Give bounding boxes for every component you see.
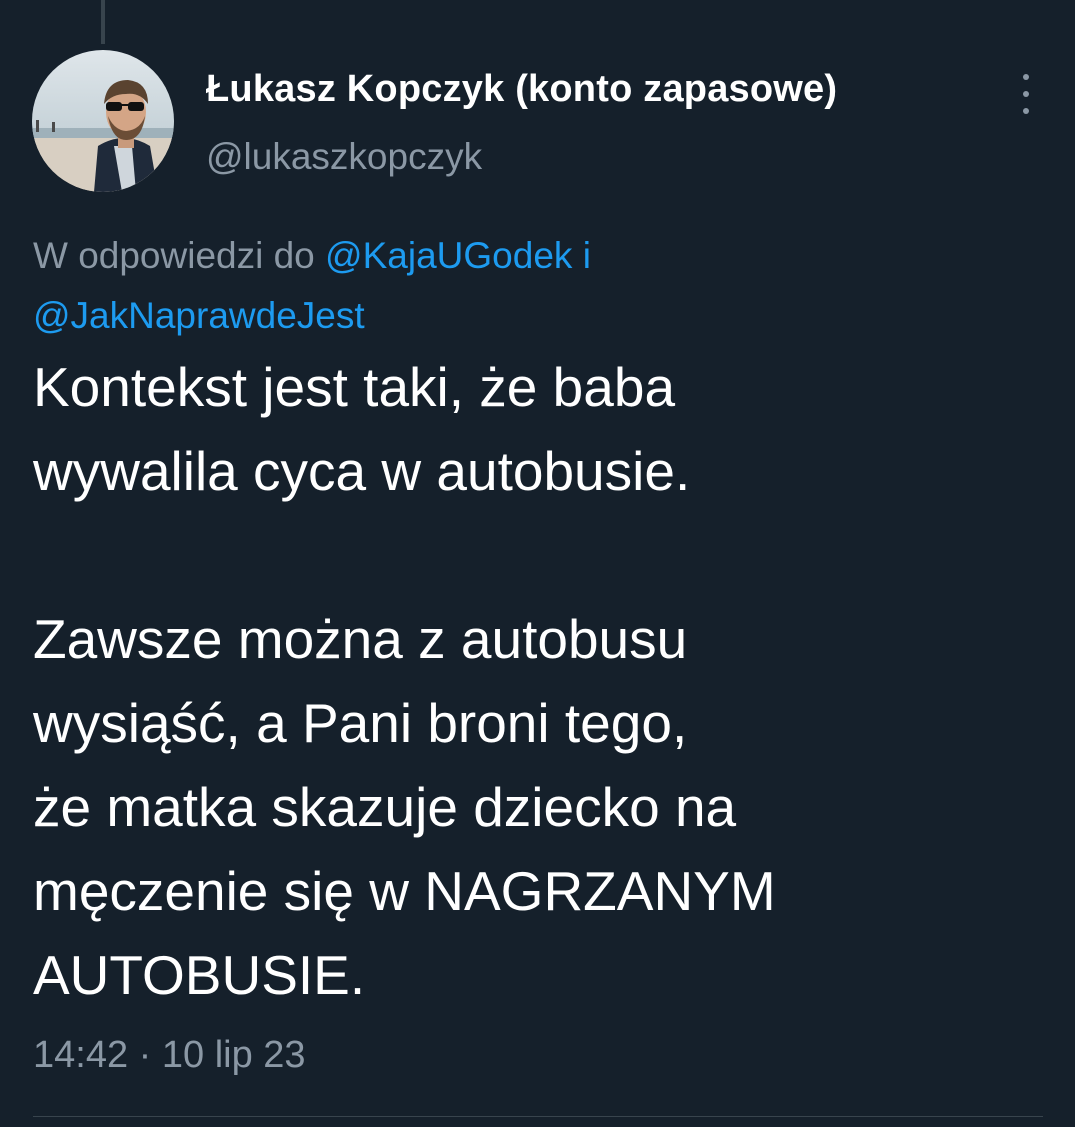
avatar-photo bbox=[32, 50, 174, 192]
tweet-timestamp[interactable]: 14:42 · 10 lip 23 bbox=[33, 1034, 306, 1077]
mention-link[interactable]: @KajaUGodek bbox=[325, 235, 572, 276]
timestamp-separator: · bbox=[138, 1034, 152, 1076]
avatar[interactable] bbox=[32, 50, 174, 192]
tweet-detail: Łukasz Kopczyk (konto zapasowe) @lukaszk… bbox=[0, 0, 1075, 1127]
reply-context: W odpowiedzi do @KajaUGodek i @JakNapraw… bbox=[33, 226, 1033, 346]
tweet-line: Kontekst jest taki, że baba bbox=[33, 356, 676, 418]
more-icon[interactable] bbox=[1012, 74, 1040, 114]
timestamp-time: 14:42 bbox=[33, 1034, 129, 1076]
tweet-line: AUTOBUSIE. bbox=[33, 944, 366, 1006]
author-display-name[interactable]: Łukasz Kopczyk (konto zapasowe) bbox=[206, 68, 837, 111]
tweet-paragraph-gap bbox=[33, 513, 1043, 597]
divider bbox=[33, 1116, 1043, 1117]
reply-prefix: W odpowiedzi do bbox=[33, 235, 315, 276]
reply-conjunction: i bbox=[582, 235, 591, 276]
tweet-text: Kontekst jest taki, że baba wywalila cyc… bbox=[33, 345, 1043, 1017]
mention-link[interactable]: @JakNaprawdeJest bbox=[33, 295, 365, 336]
more-dot bbox=[1023, 108, 1029, 114]
thread-connector-line bbox=[101, 0, 105, 44]
tweet-line: że matka skazuje dziecko na bbox=[33, 776, 737, 838]
more-dot bbox=[1023, 91, 1029, 97]
timestamp-date: 10 lip 23 bbox=[161, 1034, 306, 1076]
tweet-line: Zawsze można z autobusu bbox=[33, 608, 688, 670]
tweet-line: męczenie się w NAGRZANYM bbox=[33, 860, 776, 922]
tweet-line: wywalila cyca w autobusie. bbox=[33, 440, 691, 502]
more-dot bbox=[1023, 74, 1029, 80]
tweet-line: wysiąść, a Pani broni tego, bbox=[33, 692, 688, 754]
author-handle[interactable]: @lukaszkopczyk bbox=[206, 136, 482, 178]
